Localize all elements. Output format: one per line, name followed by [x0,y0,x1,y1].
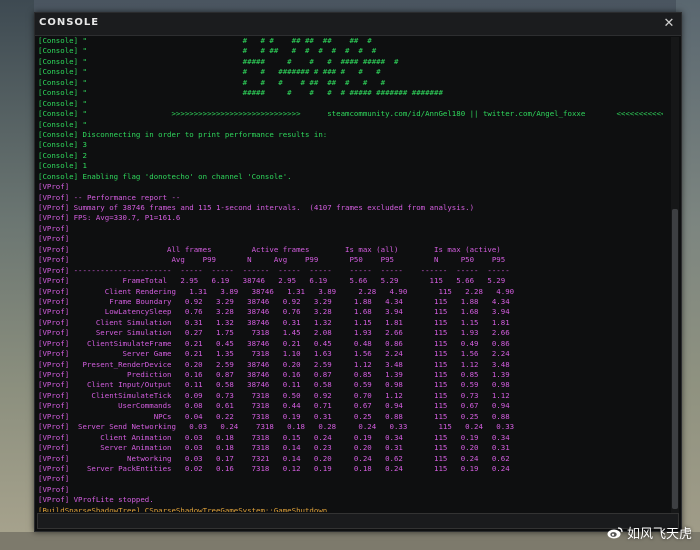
console-line: [Console] Disconnecting in order to prin… [38,129,328,139]
console-line: [Console] " [38,119,87,129]
console-line: [VProf] Client Rendering 1.31 3.89 38746… [38,286,515,296]
console-input-bar[interactable] [37,513,679,532]
console-command-input[interactable] [38,517,678,532]
console-line: [VProf] ---------------------- ----- ---… [38,265,510,275]
console-line: [VProf] NPCs 0.04 0.22 7318 0.19 0.31 0.… [38,411,510,421]
console-line: [VProf] Server Animation 0.03 0.18 7318 … [38,443,510,453]
console-line: [Console] " >>>>>>>>>>>>>>>>>>>>>>>>>>>>… [38,109,663,119]
console-line: [VProf] LowLatencySleep 0.76 3.28 38746 … [38,307,510,317]
weibo-icon [607,527,623,539]
console-line: [VProf] Server Game 0.21 1.35 7318 1.10 … [38,349,510,359]
console-line: [Console] " ##### # # # #### ##### # [38,56,399,66]
console-line: [VProf] [38,223,70,233]
console-line: [VProf] VProfLite stopped. [38,495,154,505]
console-line: [VProf] Client Simulation 0.31 1.32 3874… [38,317,510,327]
console-line: [Console] " ##### # # # # ##### ####### … [38,88,443,98]
console-line: [VProf] ClientSimulateFrame 0.21 0.45 38… [38,338,510,348]
console-line: [BuildSparseShadowTree] CSparseShadowTre… [38,505,328,512]
console-line: [VProf] Client Input/Output 0.11 0.58 38… [38,380,510,390]
console-line: [Console] " # # ## # # # # # # # [38,46,377,56]
console-titlebar[interactable]: CONSOLE ✕ [35,13,681,36]
console-line: [Console] 3 [38,140,87,150]
console-line: [VProf] Frame Boundary 0.92 3.29 38746 0… [38,296,510,306]
console-line: [VProf] [38,484,70,494]
console-line: [VProf] [38,234,70,244]
console-output: [Console] " # # # ## ## ## ## # [Console]… [38,36,663,512]
close-icon[interactable]: ✕ [661,15,677,31]
console-line: [VProf] Prediction 0.16 0.87 38746 0.16 … [38,370,510,379]
console-line: [VProf] Server Simulation 0.27 1.75 7318… [38,328,510,338]
console-scrollbar[interactable] [671,37,679,513]
console-line: [VProf] ClientSimulateTick 0.09 0.73 731… [38,390,510,400]
watermark-text: 如风飞天虎 [626,527,692,542]
console-window: CONSOLE ✕ [Console] " # # # ## ## ## ## … [34,12,682,532]
console-line: [VProf] Server Send Networking 0.03 0.24… [38,422,515,432]
console-line: [Console] " # # # ## ## ## ## # [38,36,372,45]
watermark: 如风飞天虎 [607,523,692,542]
console-line: [VProf] Server PackEntities 0.02 0.16 73… [38,463,510,473]
console-line: [VProf] -- Performance report -- [38,192,181,202]
console-line: [VProf] UserCommands 0.08 0.61 7318 0.44… [38,401,510,411]
scrollbar-thumb[interactable] [672,209,678,509]
game-background-left [0,0,34,550]
console-line: [Console] " # # ####### # ### # # # [38,67,381,77]
console-line: [VProf] Networking 0.03 0.17 7321 0.14 0… [38,453,510,463]
console-line: [VProf] FPS: Avg=330.7, P1=161.6 [38,213,181,223]
console-line: [VProf] Avg P99 N Avg P99 P50 P95 N P50 … [38,255,506,265]
console-line: [VProf] Present_RenderDevice 0.20 2.59 3… [38,359,510,369]
console-line: [VProf] [38,474,70,484]
console-title: CONSOLE [39,17,100,28]
console-line: [Console] " # # # # ## ## # # # [38,77,386,87]
console-line: [VProf] Client Animation 0.03 0.18 7318 … [38,432,510,442]
console-line: [VProf] [38,182,70,192]
game-background-bottom [0,532,700,550]
console-line: [Console] 2 [38,150,87,160]
console-line: [VProf] Summary of 38746 frames and 115 … [38,203,475,212]
console-line: [Console] " [38,98,87,108]
console-line: [VProf] FrameTotal 2.95 6.19 38746 2.95 … [38,276,506,286]
console-line: [Console] 1 [38,161,87,171]
console-line: [Console] Enabling flag 'donotecho' on c… [38,171,292,181]
console-line: [VProf] All frames Active frames Is max … [38,244,501,254]
